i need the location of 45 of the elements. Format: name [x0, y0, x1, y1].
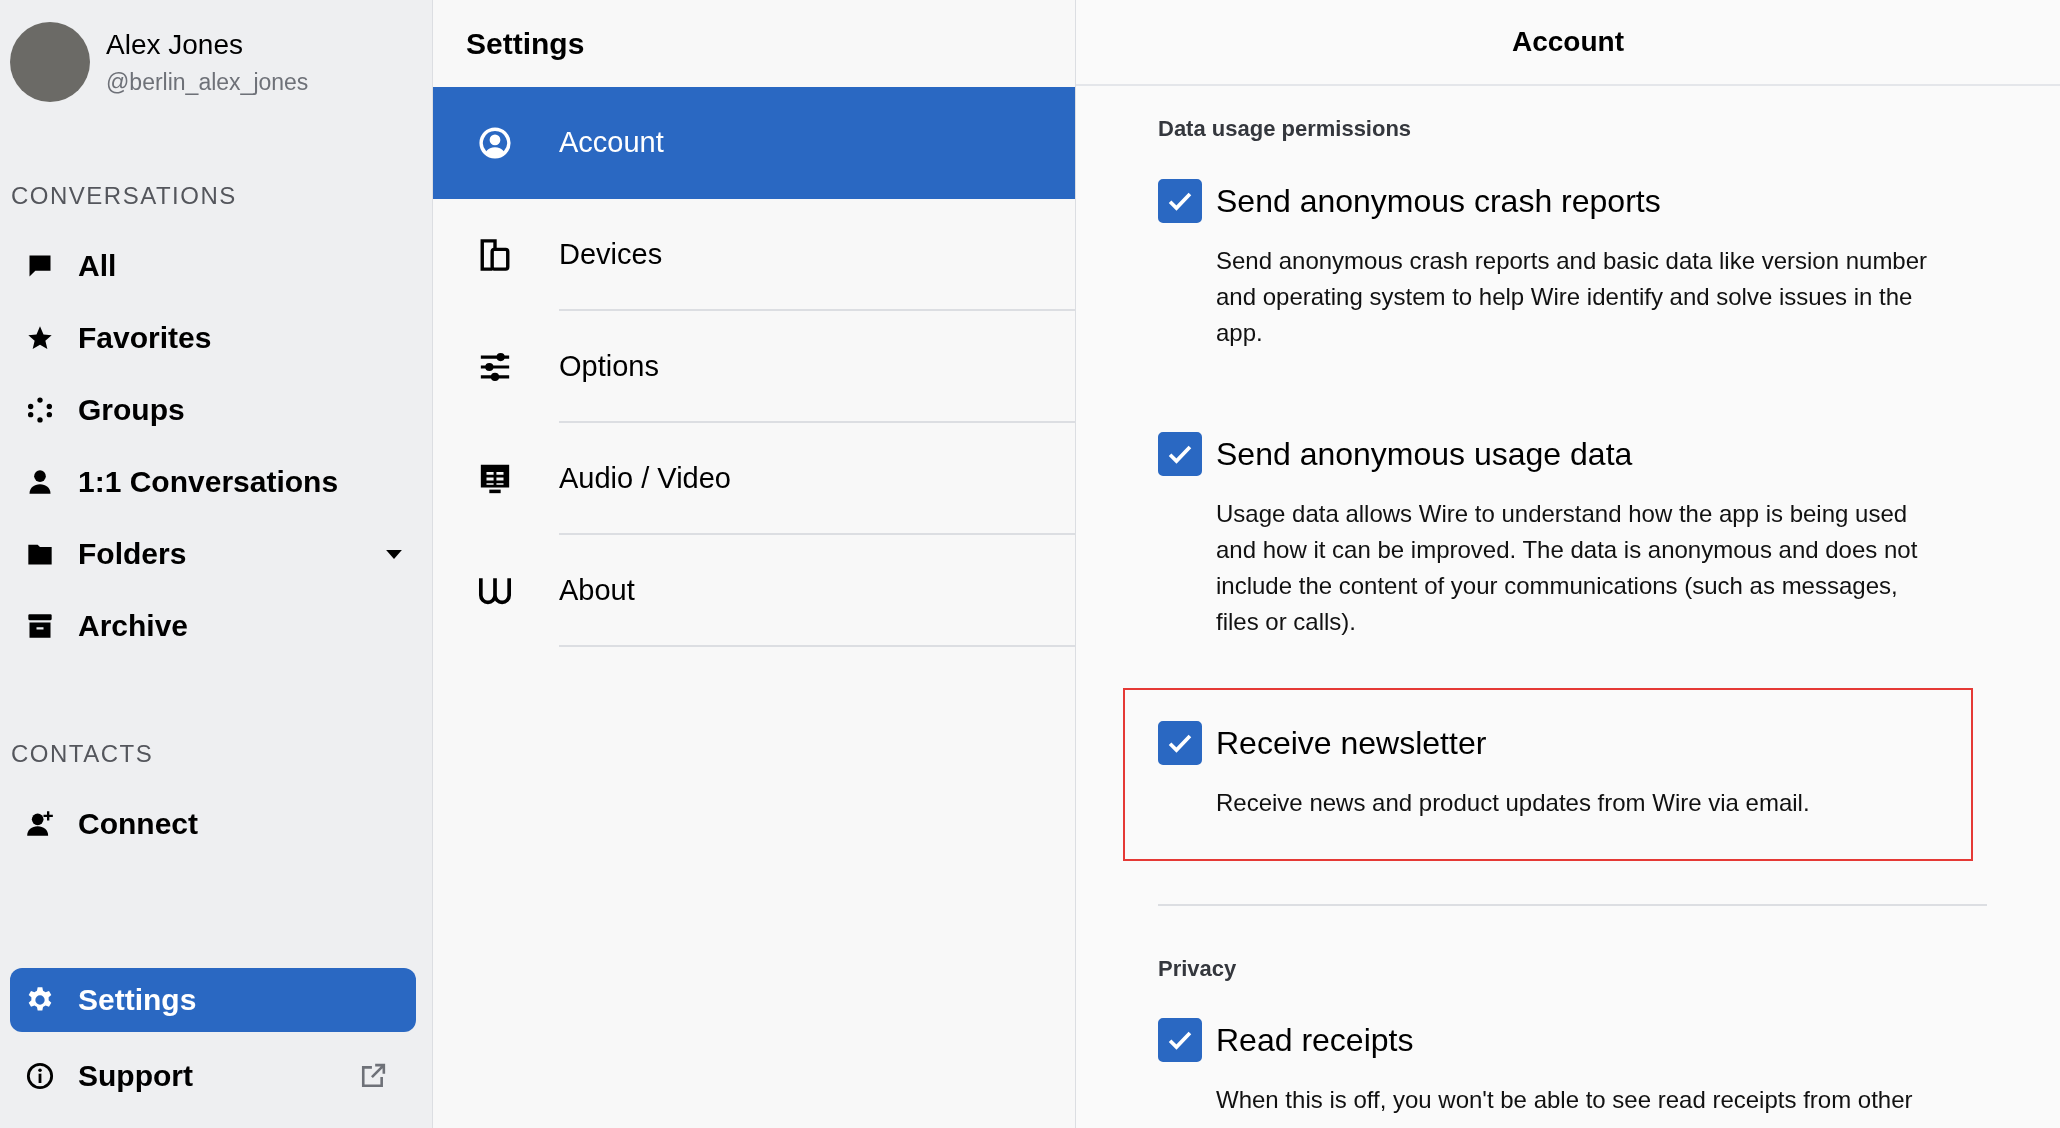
dots-icon — [26, 396, 54, 424]
section-heading: CONTACTS — [10, 739, 155, 768]
option-label: Send anonymous crash reports — [1216, 182, 1661, 220]
add-person-icon — [26, 810, 54, 838]
sidebar-item[interactable]: Folders — [0, 518, 432, 590]
section-heading: Data usage permissions — [1158, 116, 1413, 142]
option-description: Receive news and product updates from Wire via email. — [1216, 788, 1811, 818]
settings-icon — [26, 986, 54, 1014]
settings-menu-item[interactable]: About — [433, 535, 1075, 647]
sliders-icon — [478, 350, 512, 384]
sidebar-item[interactable]: Connect — [0, 788, 432, 860]
sidebar-item[interactable]: Favorites — [0, 302, 432, 374]
checkbox[interactable] — [1158, 432, 1202, 476]
sidebar-item[interactable]: Support — [10, 1044, 416, 1108]
section-heading: Privacy — [1158, 956, 1238, 982]
caret-icon[interactable] — [386, 549, 402, 559]
settings-menu-item[interactable]: Devices — [433, 199, 1075, 311]
sidebar-item[interactable]: All — [0, 230, 432, 302]
option-label: Send anonymous usage data — [1216, 435, 1633, 473]
profile-name: Alex Jones — [106, 28, 244, 61]
section-heading: CONVERSATIONS — [10, 181, 238, 210]
settings-menu-item[interactable]: Account — [433, 87, 1075, 199]
sidebar-item[interactable]: Settings — [10, 968, 416, 1032]
option-label: Read receipts — [1216, 1021, 1414, 1059]
checkbox[interactable] — [1158, 721, 1202, 765]
archive-box-icon — [26, 612, 54, 640]
panel-title: Account — [1512, 26, 1624, 58]
menu-title: Settings — [466, 26, 585, 61]
option-description: Send anonymous crash reports and basic data like version number and operating system to help Wire identify and solve issues in the app. — [1216, 246, 1929, 348]
checkbox[interactable] — [1158, 1018, 1202, 1062]
sidebar-item[interactable]: Archive — [0, 590, 432, 662]
devices-icon — [478, 238, 512, 272]
option-label: Receive newsletter — [1216, 724, 1487, 762]
settings-menu-item[interactable]: Audio / Video — [433, 423, 1075, 535]
profile-handle: @berlin_alex_jones — [106, 68, 309, 96]
sidebar-item[interactable]: 1:1 Conversations — [0, 446, 432, 518]
star-icon — [26, 324, 54, 352]
settings-menu-item[interactable]: Options — [433, 311, 1075, 423]
checkbox[interactable] — [1158, 179, 1202, 223]
option-description: Usage data allows Wire to understand how the app is being used and how it can be improved. The data is anonymous and does not include the content of your communications (such as messages, files or calls). — [1216, 499, 1919, 637]
monitor-icon — [478, 462, 512, 496]
option-description: When this is off, you won't be able to see read receipts from other — [1216, 1085, 1914, 1115]
external-link-icon[interactable] — [360, 1063, 386, 1089]
info-icon — [26, 1062, 54, 1090]
sidebar-item[interactable]: Groups — [0, 374, 432, 446]
